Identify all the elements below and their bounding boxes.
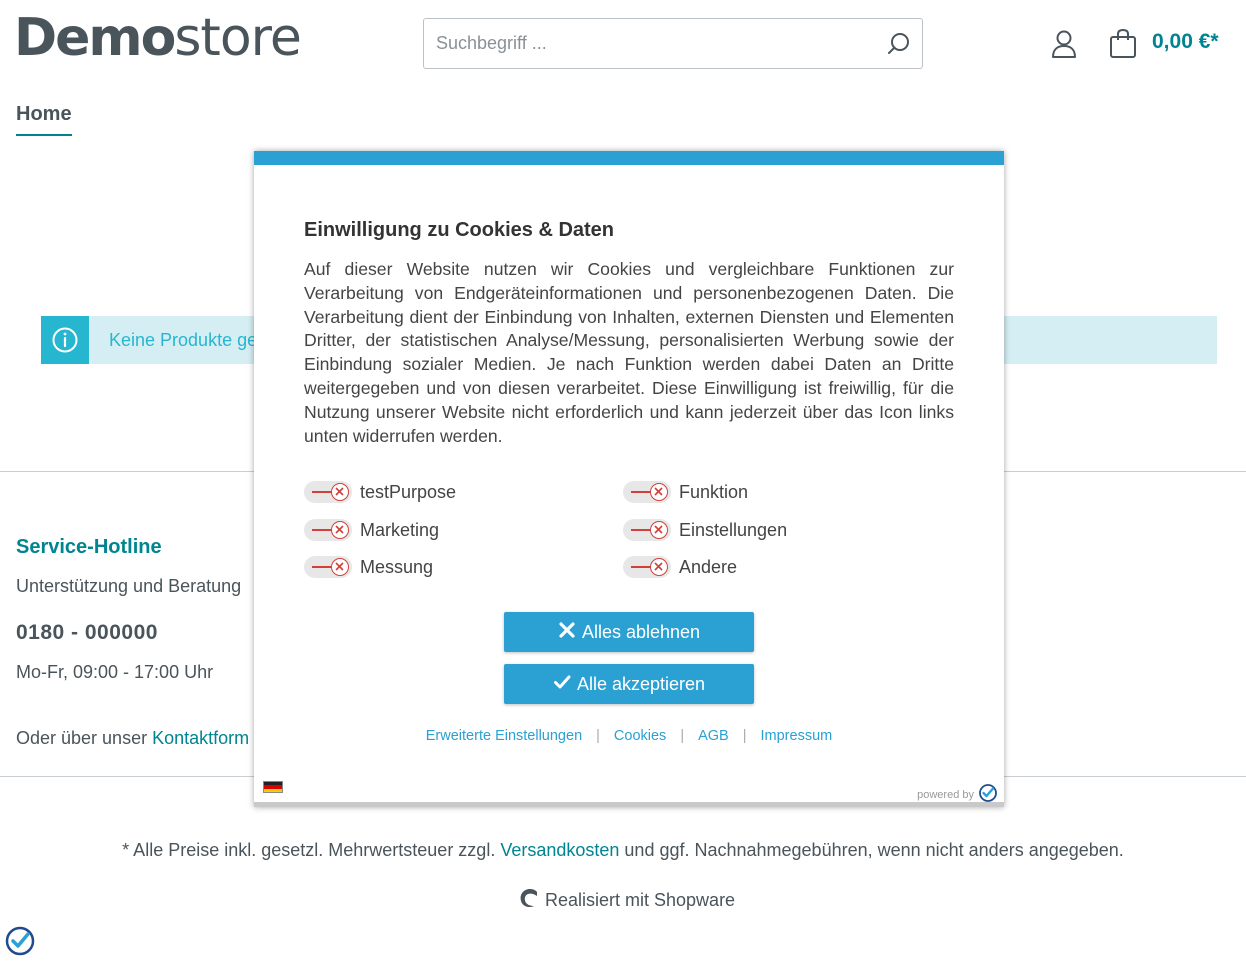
link-separator: |: [596, 728, 600, 744]
agb-link[interactable]: AGB: [698, 728, 729, 744]
dialog-top-bar: [254, 151, 1004, 165]
contact-form-link[interactable]: Kontaktform: [152, 728, 249, 748]
check-icon: [553, 673, 571, 696]
hotline-title: Service-Hotline: [16, 536, 162, 558]
toggle-switch[interactable]: [304, 481, 352, 503]
info-icon: [41, 316, 89, 364]
powered-by[interactable]: powered by: [917, 783, 998, 806]
cookie-consent-dialog: Einwilligung zu Cookies & Daten Auf dies…: [254, 151, 1004, 807]
hotline-subtitle: Unterstützung und Beratung: [16, 576, 242, 596]
shopware-text: Realisiert mit Shopware: [545, 890, 736, 910]
impressum-link[interactable]: Impressum: [761, 728, 833, 744]
language-flag-icon[interactable]: [263, 781, 283, 793]
contact-line: Oder über unser Kontaktform: [16, 728, 249, 749]
toggle-switch[interactable]: [623, 481, 671, 503]
toggle-testpurpose[interactable]: testPurpose: [304, 479, 456, 505]
toggle-label: Marketing: [360, 519, 440, 540]
logo-light: store: [174, 8, 302, 68]
cart-icon[interactable]: [1108, 28, 1138, 60]
link-separator: |: [680, 728, 685, 744]
link-separator: |: [742, 728, 747, 744]
toggle-label: Einstellungen: [679, 519, 788, 540]
shipping-costs-link[interactable]: Versandkosten: [500, 840, 619, 860]
toggle-label: Messung: [360, 556, 434, 577]
nav-item-home[interactable]: Home: [16, 103, 72, 136]
toggle-label: testPurpose: [360, 481, 457, 502]
shopware-logo-icon: [517, 886, 541, 915]
consent-badge-icon[interactable]: [4, 925, 36, 957]
account-icon[interactable]: [1049, 28, 1079, 60]
toggle-messung[interactable]: Messung: [304, 554, 433, 580]
store-logo[interactable]: Demo store: [14, 8, 302, 68]
accept-all-label: Alle akzeptieren: [576, 673, 706, 694]
dialog-body: Auf dieser Website nutzen wir Cookies un…: [304, 259, 954, 446]
shopware-credit[interactable]: Realisiert mit Shopware: [517, 886, 735, 915]
advanced-settings-link[interactable]: Erweiterte Einstellungen: [426, 728, 582, 744]
search-box: [423, 18, 923, 69]
search-icon[interactable]: [876, 19, 922, 68]
logo-strong: Demo: [14, 8, 176, 68]
dialog-title: Einwilligung zu Cookies & Daten: [304, 219, 615, 241]
price-note-prefix: * Alle Preise inkl. gesetzl. Mehrwertste…: [122, 840, 501, 860]
toggle-andere[interactable]: Andere: [623, 554, 737, 580]
hotline-hours: Mo-Fr, 09:00 - 17:00 Uhr: [16, 662, 214, 682]
consent-provider-logo-icon: [978, 783, 998, 806]
toggle-switch[interactable]: [304, 519, 352, 541]
cart-total[interactable]: 0,00 €*: [1152, 30, 1219, 54]
toggle-einstellungen[interactable]: Einstellungen: [623, 517, 787, 543]
reject-all-button[interactable]: Alles ablehnen: [504, 612, 754, 652]
toggle-marketing[interactable]: Marketing: [304, 517, 439, 543]
price-note-suffix: und ggf. Nachnahmegebühren, wenn nicht a…: [619, 840, 1124, 860]
accept-all-button[interactable]: Alle akzeptieren: [504, 664, 754, 704]
contact-prefix: Oder über unser: [16, 728, 153, 748]
toggle-funktion[interactable]: Funktion: [623, 479, 748, 505]
alert-text: Keine Produkte ge: [109, 329, 258, 350]
reject-all-label: Alles ablehnen: [581, 621, 701, 642]
cookies-link[interactable]: Cookies: [614, 728, 666, 744]
dialog-links: Erweiterte Einstellungen | Cookies | AGB | Imp…: [254, 728, 1004, 744]
price-note: * Alle Preise inkl. gesetzl. Mehrwertste…: [0, 840, 1246, 861]
toggle-label: Funktion: [679, 481, 749, 502]
toggle-label: Andere: [679, 556, 738, 577]
search-input[interactable]: [424, 19, 876, 68]
toggle-switch[interactable]: [623, 556, 671, 578]
powered-by-label: powered by: [917, 788, 974, 801]
hotline-phone[interactable]: 0180 - 000000: [16, 621, 158, 645]
toggle-switch[interactable]: [304, 556, 352, 578]
close-icon: [558, 621, 576, 644]
toggle-switch[interactable]: [623, 519, 671, 541]
